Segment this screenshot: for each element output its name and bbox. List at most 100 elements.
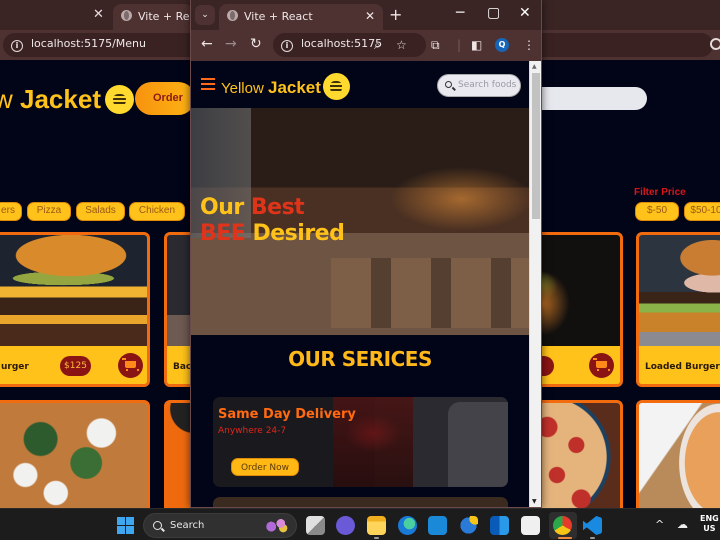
onedrive-cloud-icon[interactable]: ☁ xyxy=(677,518,688,531)
hero-word: Best xyxy=(250,195,305,220)
minimize-button[interactable]: ─ xyxy=(456,5,464,21)
menu-card[interactable]: Loaded Burger xyxy=(636,232,720,387)
price-filter-under-50[interactable]: $-50 xyxy=(635,202,679,221)
extensions-icon[interactable]: ⧉ xyxy=(431,38,440,53)
bee-logo-icon xyxy=(104,85,134,114)
taskbar-search[interactable]: Search xyxy=(143,513,297,538)
fg-tab-strip: ⌄ Vite + React ✕ + ─ ▢ ✕ xyxy=(191,0,541,30)
tab-close-icon[interactable]: ✕ xyxy=(365,9,375,23)
new-tab-button[interactable]: + xyxy=(389,5,402,24)
brand-light: Yellow xyxy=(221,80,264,97)
start-button[interactable] xyxy=(117,517,134,534)
windows-logo-pane xyxy=(126,517,134,525)
scroll-down-arrow-icon[interactable]: ▼ xyxy=(532,498,537,505)
side-panel-icon[interactable]: ◧ xyxy=(471,38,482,52)
services-heading: OUR SERICES xyxy=(288,347,432,371)
task-view-icon[interactable] xyxy=(306,516,325,535)
region-code: US xyxy=(703,524,716,533)
toolbar-divider: | xyxy=(457,38,462,52)
hero-line-1: Our Best xyxy=(200,195,305,220)
search-foods-input[interactable]: Search foods xyxy=(437,74,521,97)
tab-search-button[interactable]: ⌄ xyxy=(195,5,215,25)
get-help-icon[interactable] xyxy=(459,516,478,535)
maximize-button[interactable]: ▢ xyxy=(487,5,500,21)
teams-chat-icon[interactable] xyxy=(336,516,355,535)
menu-card[interactable] xyxy=(0,400,150,508)
file-explorer-icon[interactable] xyxy=(367,516,386,535)
menu-kebab-icon[interactable]: ⋮ xyxy=(523,38,535,52)
order-now-button[interactable]: Order Now xyxy=(231,458,299,476)
order-button[interactable]: Order xyxy=(135,82,195,115)
menu-card[interactable]: urger $125 xyxy=(0,232,150,387)
hero-word: Our xyxy=(200,195,244,220)
service-title: Same Day Delivery xyxy=(218,407,356,422)
scroll-up-arrow-icon[interactable]: ▲ xyxy=(532,63,537,70)
category-chip-salads[interactable]: Salads xyxy=(76,202,125,221)
search-icon xyxy=(153,521,162,530)
chrome-icon[interactable] xyxy=(553,516,572,535)
bg-brand-prefix: w xyxy=(0,84,13,114)
microsoft-store-icon[interactable] xyxy=(521,516,540,535)
hamburger-menu-icon[interactable] xyxy=(201,78,215,90)
site-info-icon[interactable]: i xyxy=(11,40,23,52)
bee-logo-icon xyxy=(322,73,350,100)
taskbar-search-label: Search xyxy=(170,520,205,531)
back-button[interactable]: ← xyxy=(201,36,213,52)
category-chip-burgers[interactable]: ers xyxy=(0,202,22,221)
bg-brand-bold: Jacket xyxy=(20,84,101,114)
price-badge: $125 xyxy=(60,356,91,376)
category-chip-chicken[interactable]: Chicken xyxy=(129,202,185,221)
car-photo xyxy=(448,402,508,487)
bg-prev-tab-close-icon[interactable]: ✕ xyxy=(93,7,104,22)
card-footer: Loaded Burger xyxy=(639,346,720,384)
service-card xyxy=(213,497,508,507)
menu-card[interactable] xyxy=(636,400,720,508)
filter-price-label: Filter Price xyxy=(634,187,686,198)
active-indicator xyxy=(558,537,572,539)
vscode-icon[interactable] xyxy=(583,516,602,535)
forward-button[interactable]: → xyxy=(225,36,237,52)
bookmark-star-icon[interactable]: ☆ xyxy=(396,38,407,52)
reload-button[interactable]: ↻ xyxy=(250,36,262,52)
scrollbar-thumb[interactable] xyxy=(532,73,540,219)
desktop-screen: ✕ Vite + React i localhost:5175/Menu w Ja… xyxy=(0,0,720,540)
burger-photo xyxy=(0,235,147,349)
bg-tab[interactable]: Vite + React xyxy=(113,4,207,30)
zoom-icon[interactable]: ⌕ xyxy=(374,38,381,53)
bg-zoom-icon[interactable] xyxy=(710,38,720,50)
popup-browser-window: ⌄ Vite + React ✕ + ─ ▢ ✕ ← → ↻ i localhos… xyxy=(190,0,542,508)
brand-logo[interactable]: Yellow Jacket xyxy=(221,73,350,100)
card-name: Loaded Burger xyxy=(645,362,720,372)
windows-logo-pane xyxy=(117,526,125,534)
add-to-cart-button[interactable] xyxy=(118,353,143,378)
hero-banner: Our Best BEE Desired xyxy=(191,108,529,335)
brand-bold: Jacket xyxy=(267,78,321,97)
price-filter-50-100[interactable]: $50-10 xyxy=(684,202,720,221)
windows-logo-pane xyxy=(126,526,134,534)
mdp-app-icon[interactable] xyxy=(428,516,447,535)
close-window-button[interactable]: ✕ xyxy=(519,5,531,21)
bg-url: localhost:5175/Menu xyxy=(31,37,146,50)
show-hidden-icons-chevron-icon[interactable]: ^ xyxy=(655,518,664,531)
search-icon xyxy=(445,81,452,88)
site-info-icon[interactable]: i xyxy=(281,40,293,52)
running-indicator xyxy=(590,537,595,539)
globe-icon xyxy=(227,10,238,21)
profile-avatar[interactable]: Q xyxy=(495,38,509,52)
running-indicator xyxy=(374,537,379,539)
vertical-scrollbar[interactable]: ▲ ▼ xyxy=(529,61,541,507)
fg-tab-title: Vite + React xyxy=(244,10,313,23)
category-chip-pizza[interactable]: Pizza xyxy=(27,202,71,221)
globe-icon xyxy=(121,10,132,21)
hero-line-2: BEE Desired xyxy=(200,221,345,246)
language-indicator[interactable]: ENG US xyxy=(700,514,719,534)
bg-brand-logo[interactable]: w Jacket xyxy=(0,84,134,115)
outlook-icon[interactable] xyxy=(490,516,509,535)
search-highlight-icon xyxy=(264,517,288,533)
home-page: Yellow Jacket Search foods Our Best BEE … xyxy=(191,61,529,507)
edge-icon[interactable] xyxy=(398,516,417,535)
calzone-photo xyxy=(639,403,720,508)
spinach-pizza-photo xyxy=(0,403,147,508)
fg-tab[interactable]: Vite + React ✕ xyxy=(219,4,383,30)
add-to-cart-button[interactable] xyxy=(589,353,614,378)
